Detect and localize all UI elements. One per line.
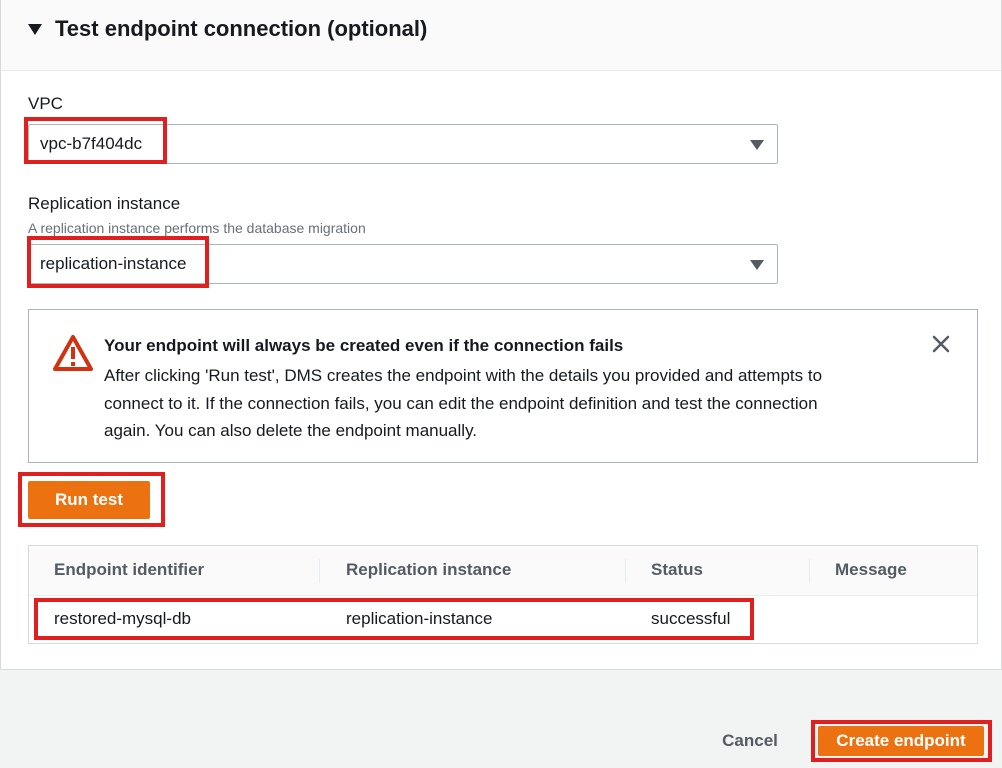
column-header: Endpoint identifier: [54, 560, 205, 579]
panel-title: Test endpoint connection (optional): [55, 16, 428, 41]
highlight-box: [34, 598, 754, 640]
highlight-box: [18, 472, 165, 527]
create-endpoint-button[interactable]: Create endpoint: [818, 726, 984, 756]
select-caret-icon: [750, 260, 764, 270]
select-caret-icon: [750, 140, 764, 150]
column-header: Replication instance: [346, 560, 512, 579]
highlight-box: [27, 236, 209, 288]
vpc-label: VPC: [28, 94, 63, 113]
close-icon[interactable]: [931, 334, 951, 354]
column-divider: [809, 559, 810, 583]
column-divider: [625, 559, 626, 583]
replication-label: Replication instance: [28, 194, 181, 213]
alert-line: connect to it. If the connection fails, …: [104, 393, 818, 413]
alert-line: After clicking 'Run test', DMS creates t…: [104, 366, 823, 385]
replication-description: A replication instance performs the data…: [28, 220, 366, 236]
panel-header[interactable]: Test endpoint connection (optional): [1, 0, 1001, 71]
test-connection-panel: Test endpoint connection (optional) VPC …: [0, 0, 1002, 670]
highlight-box: [24, 117, 167, 164]
warning-icon: [53, 335, 93, 371]
alert-body: After clicking 'Run test', DMS creates t…: [104, 362, 904, 445]
alert-title: Your endpoint will always be created eve…: [104, 336, 624, 355]
cancel-button[interactable]: Cancel: [700, 728, 800, 754]
column-header: Message: [835, 560, 907, 579]
column-header: Status: [651, 560, 703, 579]
column-divider: [319, 559, 320, 583]
table-header: Endpoint identifier Replication instance…: [29, 546, 977, 596]
caret-down-icon[interactable]: [28, 24, 42, 35]
warning-alert: Your endpoint will always be created eve…: [28, 309, 978, 463]
alert-line: again. You can also delete the endpoint …: [104, 421, 478, 440]
